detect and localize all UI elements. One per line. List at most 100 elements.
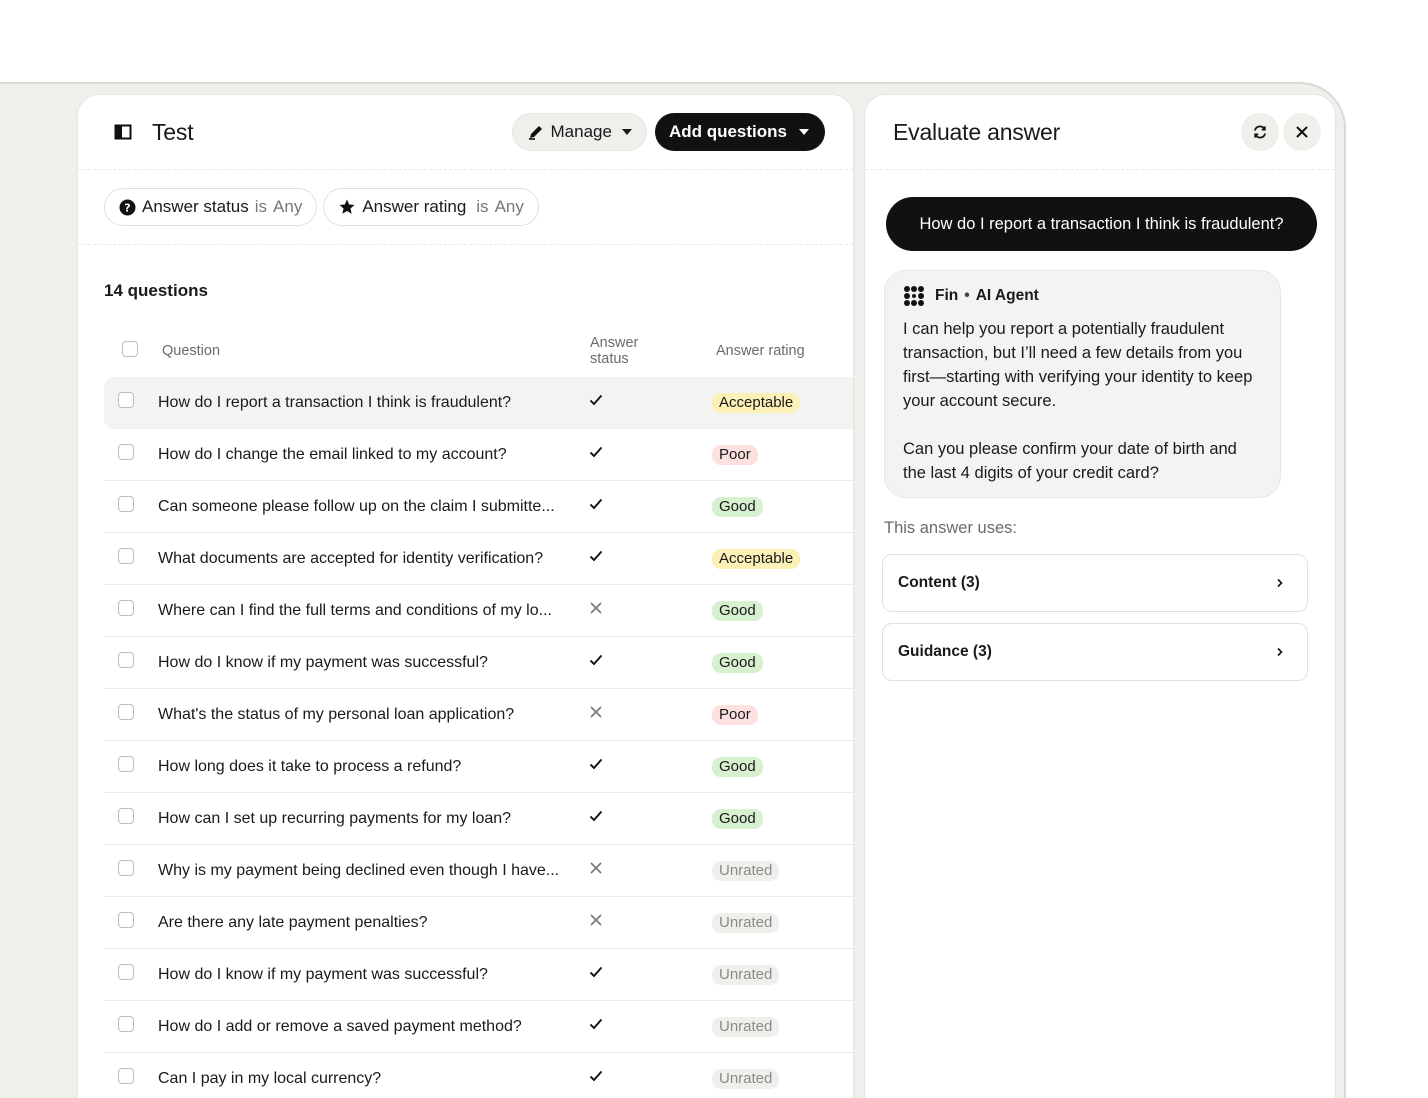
rating-badge: Good xyxy=(712,496,763,517)
check-icon xyxy=(588,496,604,512)
questions-table: Question Answer status Answer rating How… xyxy=(78,325,853,1098)
refresh-button[interactable] xyxy=(1241,113,1279,151)
agent-name: Fin xyxy=(935,287,959,304)
question-text: Why is my payment being declined even th… xyxy=(158,861,560,879)
rating-badge: Good xyxy=(712,808,763,829)
cross-icon xyxy=(588,912,604,928)
rating-badge: Unrated xyxy=(712,860,780,881)
question-text: What documents are accepted for identity… xyxy=(158,549,544,567)
table-row[interactable]: How do I know if my payment was successf… xyxy=(104,949,853,1001)
row-checkbox[interactable] xyxy=(118,912,134,928)
page-title: Test xyxy=(152,118,194,145)
agent-message-text: I can help you report a potentially frau… xyxy=(903,320,1253,482)
add-questions-button[interactable]: Add questions xyxy=(654,113,825,151)
row-checkbox[interactable] xyxy=(118,548,134,564)
column-answer-status: Answer status xyxy=(590,335,639,367)
row-checkbox[interactable] xyxy=(118,496,134,512)
table-row[interactable]: Can someone please follow up on the clai… xyxy=(104,481,853,533)
agent-header: Fin • AI Agent xyxy=(903,285,1262,307)
question-text: Can I pay in my local currency? xyxy=(158,1069,382,1087)
table-row[interactable]: What's the status of my personal loan ap… xyxy=(104,689,853,741)
filter-bar: ? Answer status is Any Answer rating is … xyxy=(78,170,853,245)
question-text: Are there any late payment penalties? xyxy=(158,913,428,931)
table-row[interactable]: How do I know if my payment was successf… xyxy=(104,637,853,689)
table-body: How do I report a transaction I think is… xyxy=(104,377,853,1098)
question-text: How do I add or remove a saved payment m… xyxy=(158,1017,522,1035)
check-icon xyxy=(588,392,604,408)
rating-badge: Unrated xyxy=(712,912,780,933)
chevron-right-icon xyxy=(1275,647,1285,657)
guidance-sources-card[interactable]: Guidance (3) xyxy=(882,623,1308,681)
filter-answer-rating[interactable]: Answer rating is Any xyxy=(323,188,539,226)
rating-badge: Poor xyxy=(712,444,758,465)
question-text: How long does it take to process a refun… xyxy=(158,757,462,775)
table-row[interactable]: Where can I find the full terms and cond… xyxy=(104,585,853,637)
row-checkbox[interactable] xyxy=(118,652,134,668)
check-icon xyxy=(588,652,604,668)
answer-uses-label: This answer uses: xyxy=(884,519,1017,537)
question-text: How do I report a transaction I think is… xyxy=(158,393,512,411)
question-text: How do I know if my payment was successf… xyxy=(158,653,488,671)
row-checkbox[interactable] xyxy=(118,600,134,616)
check-icon xyxy=(588,964,604,980)
cross-icon xyxy=(588,860,604,876)
table-row[interactable]: Why is my payment being declined even th… xyxy=(104,845,853,897)
question-text: How can I set up recurring payments for … xyxy=(158,809,512,827)
chevron-down-icon xyxy=(621,129,632,135)
filter-answer-status[interactable]: ? Answer status is Any xyxy=(104,188,318,226)
table-row[interactable]: How can I set up recurring payments for … xyxy=(104,793,853,845)
agent-message-bubble: Fin • AI Agent I can help you report a p… xyxy=(884,270,1281,498)
check-icon xyxy=(588,756,604,772)
rating-badge: Unrated xyxy=(712,964,780,985)
cross-icon xyxy=(588,704,604,720)
table-row[interactable]: What documents are accepted for identity… xyxy=(104,533,853,585)
check-icon xyxy=(588,808,604,824)
table-header: Question Answer status Answer rating xyxy=(104,325,853,377)
question-text: How do I change the email linked to my a… xyxy=(158,445,507,463)
svg-text:?: ? xyxy=(124,201,130,214)
question-circle-icon: ? xyxy=(119,199,136,216)
row-checkbox[interactable] xyxy=(118,704,134,720)
question-text: How do I know if my payment was successf… xyxy=(158,965,488,983)
table-row[interactable]: Can I pay in my local currency? Unrated xyxy=(104,1053,853,1098)
sidebar-toggle-icon[interactable] xyxy=(114,123,132,141)
test-panel: Test Manage Add questions ? Answer statu… xyxy=(77,94,854,1098)
evaluate-panel-header: Evaluate answer xyxy=(865,95,1335,170)
pencil-icon xyxy=(527,123,545,141)
test-panel-header: Test Manage Add questions xyxy=(78,95,853,170)
row-checkbox[interactable] xyxy=(118,392,134,408)
table-row[interactable]: How do I report a transaction I think is… xyxy=(104,377,853,429)
rating-badge: Unrated xyxy=(712,1068,780,1089)
user-message-bubble: How do I report a transaction I think is… xyxy=(886,197,1317,251)
table-row[interactable]: How do I change the email linked to my a… xyxy=(104,429,853,481)
row-checkbox[interactable] xyxy=(118,1068,134,1084)
row-checkbox[interactable] xyxy=(118,964,134,980)
check-icon xyxy=(588,548,604,564)
rating-badge: Poor xyxy=(712,704,758,725)
row-checkbox[interactable] xyxy=(118,860,134,876)
agent-role: AI Agent xyxy=(975,287,1039,304)
fin-logo-icon xyxy=(903,285,925,307)
close-button[interactable] xyxy=(1283,113,1321,151)
rating-badge: Good xyxy=(712,652,763,673)
question-count: 14 questions xyxy=(104,281,208,300)
table-row[interactable]: How long does it take to process a refun… xyxy=(104,741,853,793)
rating-badge: Good xyxy=(712,756,763,777)
table-row[interactable]: How do I add or remove a saved payment m… xyxy=(104,1001,853,1053)
content-sources-card[interactable]: Content (3) xyxy=(882,554,1308,612)
chevron-down-icon xyxy=(799,129,809,135)
table-row[interactable]: Are there any late payment penalties? Unr… xyxy=(104,897,853,949)
evaluate-panel-title: Evaluate answer xyxy=(893,118,1061,145)
select-all-checkbox[interactable] xyxy=(122,341,138,357)
row-checkbox[interactable] xyxy=(118,1016,134,1032)
row-checkbox[interactable] xyxy=(118,444,134,460)
column-question: Question xyxy=(162,343,221,359)
close-icon xyxy=(1295,125,1309,139)
rating-badge: Acceptable xyxy=(712,548,801,569)
row-checkbox[interactable] xyxy=(118,808,134,824)
agent-separator: • xyxy=(964,287,970,304)
row-checkbox[interactable] xyxy=(118,756,134,772)
chevron-right-icon xyxy=(1275,578,1285,588)
question-text: What's the status of my personal loan ap… xyxy=(158,705,515,723)
manage-button[interactable]: Manage xyxy=(511,113,647,151)
